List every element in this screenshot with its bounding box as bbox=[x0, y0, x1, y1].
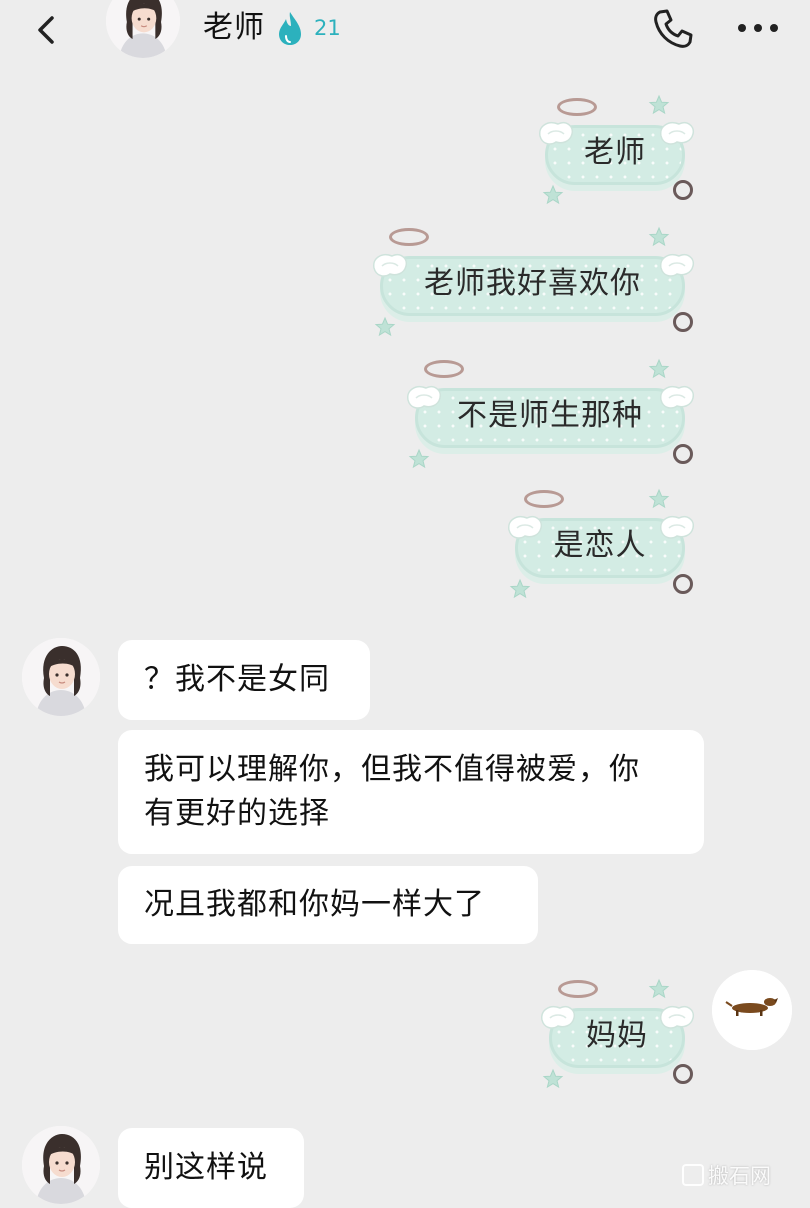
wing-icon bbox=[657, 382, 697, 412]
halo-decoration bbox=[389, 228, 429, 246]
wing-icon bbox=[657, 250, 697, 280]
message-text: ？我不是女同 bbox=[144, 662, 330, 697]
star-icon bbox=[374, 316, 396, 338]
watermark: 搬石网 bbox=[682, 1160, 771, 1190]
contact-name: 老师 bbox=[203, 10, 265, 45]
halo-decoration bbox=[558, 980, 598, 998]
swirl-decoration bbox=[673, 312, 693, 332]
chat-header: 老师 21 bbox=[0, 0, 810, 80]
dachshund-icon bbox=[712, 970, 792, 1050]
wing-icon bbox=[657, 512, 697, 542]
wing-icon bbox=[505, 512, 545, 542]
phone-icon[interactable] bbox=[650, 6, 696, 52]
sticker-bubble: 老师我好喜欢你 bbox=[380, 256, 685, 316]
wing-icon bbox=[657, 118, 697, 148]
star-icon bbox=[648, 358, 670, 380]
star-icon bbox=[648, 488, 670, 510]
star-icon bbox=[542, 1068, 564, 1090]
message-text-line: 我可以理解你，但我不值得被爱，你 bbox=[144, 752, 640, 787]
contact-avatar[interactable] bbox=[106, 0, 180, 58]
message-text: 况且我都和你妈一样大了 bbox=[144, 887, 485, 922]
wing-icon bbox=[657, 1002, 697, 1032]
halo-decoration bbox=[524, 490, 564, 508]
star-icon bbox=[509, 578, 531, 600]
star-icon bbox=[648, 226, 670, 248]
wing-icon bbox=[404, 382, 444, 412]
streak-count: 21 bbox=[314, 16, 341, 40]
more-icon[interactable] bbox=[735, 20, 781, 36]
received-message[interactable]: 我可以理解你，但我不值得被爱，你 有更好的选择 bbox=[118, 730, 704, 854]
swirl-decoration bbox=[673, 1064, 693, 1084]
message-text: 老师我好喜欢你 bbox=[424, 266, 641, 301]
user-avatar[interactable] bbox=[712, 970, 792, 1050]
swirl-decoration bbox=[673, 180, 693, 200]
star-icon bbox=[542, 184, 564, 206]
received-message[interactable]: 别这样说 bbox=[118, 1128, 304, 1208]
watermark-logo-icon bbox=[682, 1164, 704, 1186]
contact-avatar[interactable] bbox=[22, 1126, 100, 1204]
received-message[interactable]: 况且我都和你妈一样大了 bbox=[118, 866, 538, 944]
back-chevron-icon[interactable] bbox=[30, 10, 64, 50]
wing-icon bbox=[536, 118, 576, 148]
message-text: 别这样说 bbox=[144, 1150, 268, 1185]
received-message[interactable]: ？我不是女同 bbox=[118, 640, 370, 720]
message-text-line: 有更好的选择 bbox=[144, 796, 330, 831]
wing-icon bbox=[370, 250, 410, 280]
sticker-bubble: 不是师生那种 bbox=[415, 388, 685, 448]
contact-avatar[interactable] bbox=[22, 638, 100, 716]
star-icon bbox=[408, 448, 430, 470]
flame-icon bbox=[279, 12, 301, 45]
star-icon bbox=[648, 978, 670, 1000]
star-icon bbox=[648, 94, 670, 116]
swirl-decoration bbox=[673, 574, 693, 594]
wing-icon bbox=[538, 1002, 578, 1032]
swirl-decoration bbox=[673, 444, 693, 464]
halo-decoration bbox=[557, 98, 597, 116]
halo-decoration bbox=[424, 360, 464, 378]
message-text: 不是师生那种 bbox=[457, 398, 643, 433]
watermark-text: 搬石网 bbox=[708, 1164, 771, 1188]
